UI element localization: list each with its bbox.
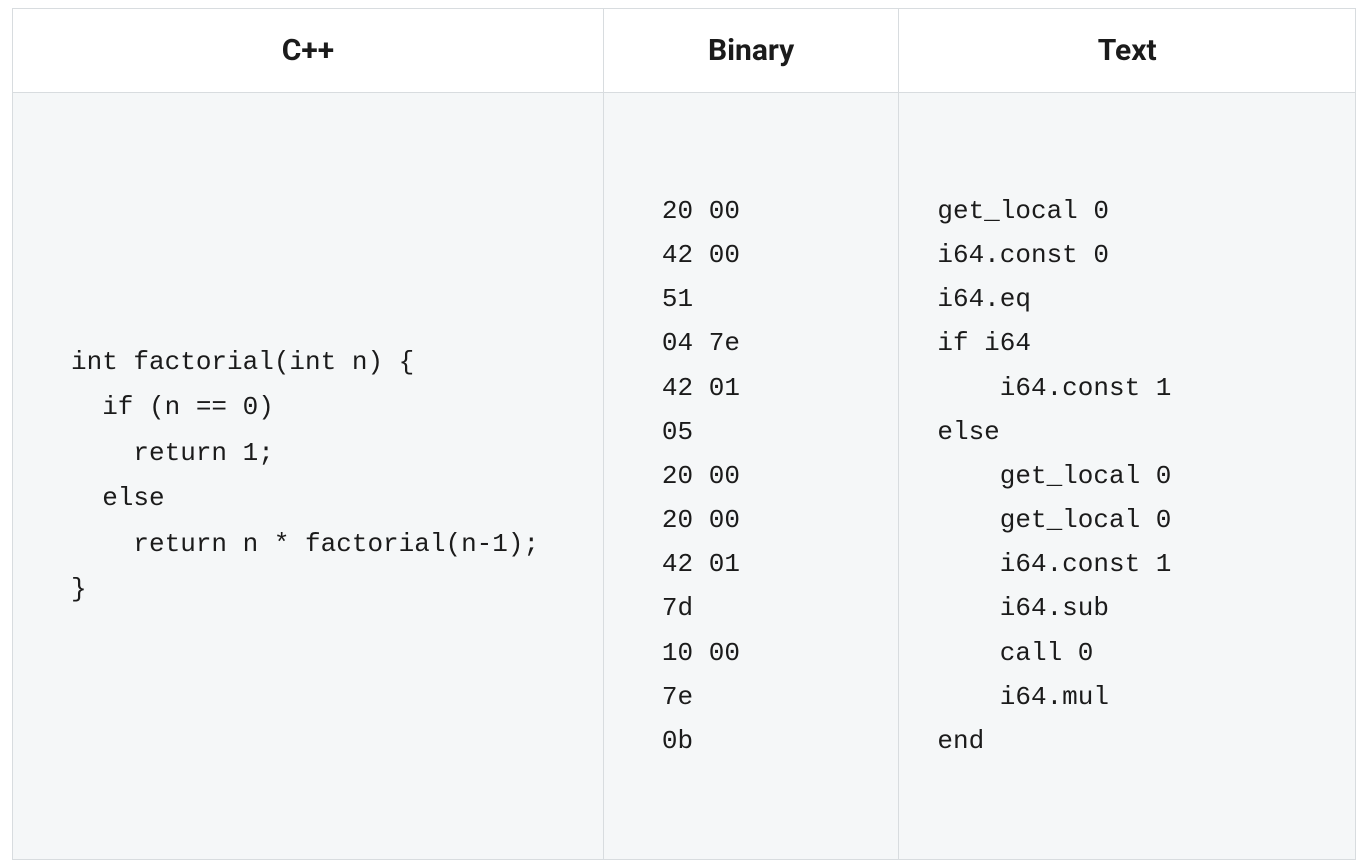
column-header-text: Text bbox=[899, 9, 1356, 93]
cell-binary: 20 00 42 00 51 04 7e 42 01 05 20 00 20 0… bbox=[603, 93, 898, 860]
cell-text: get_local 0 i64.const 0 i64.eq if i64 i6… bbox=[899, 93, 1356, 860]
comparison-table-wrapper: C++ Binary Text int factorial(int n) { i… bbox=[0, 0, 1368, 868]
cpp-code-block: int factorial(int n) { if (n == 0) retur… bbox=[41, 340, 575, 613]
text-code-block: get_local 0 i64.const 0 i64.eq if i64 i6… bbox=[927, 189, 1327, 763]
comparison-table: C++ Binary Text int factorial(int n) { i… bbox=[12, 8, 1356, 860]
binary-code-block: 20 00 42 00 51 04 7e 42 01 05 20 00 20 0… bbox=[632, 189, 870, 763]
column-header-cpp: C++ bbox=[13, 9, 604, 93]
cell-cpp: int factorial(int n) { if (n == 0) retur… bbox=[13, 93, 604, 860]
column-header-binary: Binary bbox=[603, 9, 898, 93]
